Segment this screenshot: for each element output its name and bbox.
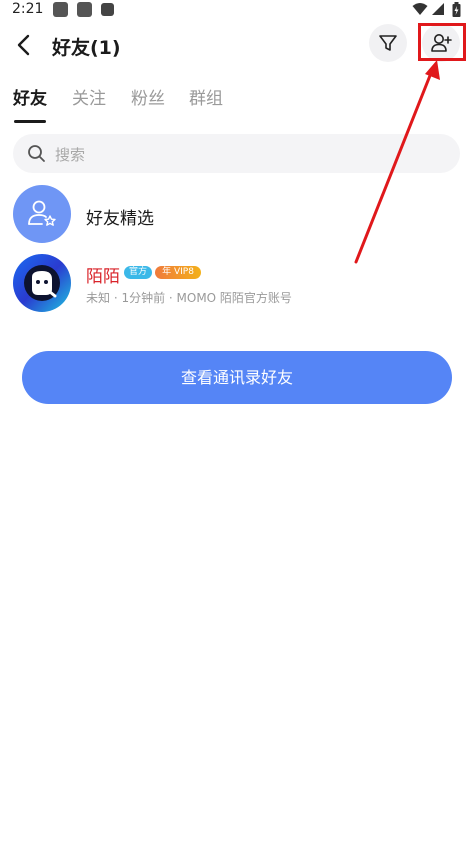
vip-badge: 年 VIP8: [155, 266, 201, 279]
status-bar: 2:21: [0, 0, 472, 20]
back-button[interactable]: [10, 30, 40, 60]
vip-level-label: VIP8: [173, 267, 194, 277]
vip-year-label: 年: [162, 267, 172, 277]
filter-button[interactable]: [369, 24, 407, 62]
momo-logo: [24, 265, 60, 301]
tab-groups[interactable]: 群组: [189, 84, 223, 109]
view-contacts-button[interactable]: 查看通讯录好友: [22, 351, 452, 404]
featured-friends-label: 好友精选: [86, 209, 154, 229]
search-icon: [28, 145, 45, 162]
friend-name: 陌陌: [86, 267, 120, 287]
friend-subtitle: 未知 · 1分钟前 · MOMO 陌陌官方账号: [86, 291, 292, 305]
user-star-icon: [28, 200, 56, 226]
filter-icon: [379, 35, 397, 51]
search-input[interactable]: [53, 134, 437, 175]
friend-avatar: [13, 254, 71, 312]
tab-friends[interactable]: 好友: [13, 84, 47, 109]
wifi-icon: [412, 3, 428, 15]
app-notification-icon: [77, 2, 92, 17]
official-badge: 官方: [124, 266, 152, 279]
font-a-icon: [101, 3, 114, 16]
screen: 2:21 好友(1) 好友 关注 粉丝 群组 搜索 好友精选 陌陌 官方 年 V…: [0, 0, 472, 845]
friend-row[interactable]: 陌陌 官方 年 VIP8 未知 · 1分钟前 · MOMO 陌陌官方账号: [0, 253, 472, 315]
chevron-left-icon: [17, 34, 30, 56]
featured-friends-row[interactable]: 好友精选: [0, 184, 472, 246]
battery-charging-icon: [452, 2, 461, 17]
highlight-box: [418, 23, 466, 61]
tab-following[interactable]: 关注: [72, 84, 106, 109]
annotation-arrow: [354, 60, 440, 264]
tab-fans[interactable]: 粉丝: [131, 84, 165, 109]
momo-logo-icon: [32, 271, 57, 298]
tab-indicator: [14, 120, 46, 123]
app-notification-icon: [53, 2, 68, 17]
search-bar[interactable]: [13, 134, 460, 175]
status-time: 2:21: [12, 1, 44, 17]
cellular-signal-icon: [432, 3, 444, 15]
featured-friends-avatar: [13, 185, 71, 243]
tab-bar: 好友 关注 粉丝 群组: [0, 84, 472, 124]
page-title: 好友(1): [52, 37, 121, 59]
